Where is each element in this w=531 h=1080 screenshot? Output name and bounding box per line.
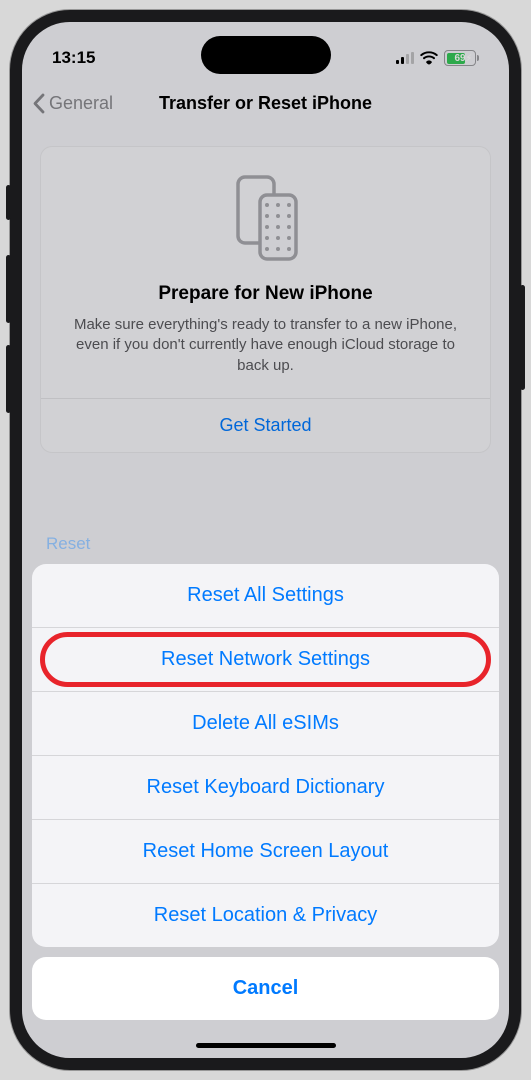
- nav-bar: General Transfer or Reset iPhone: [22, 80, 509, 126]
- get-started-button[interactable]: Get Started: [41, 399, 490, 452]
- chevron-left-icon: [32, 93, 45, 114]
- sheet-item-label: Delete All eSIMs: [192, 712, 339, 734]
- devices-icon: [63, 173, 468, 263]
- sheet-item-label: Reset Network Settings: [161, 648, 370, 670]
- sheet-item-label: Reset Keyboard Dictionary: [147, 776, 385, 798]
- reset-keyboard-dictionary-button[interactable]: Reset Keyboard Dictionary: [32, 756, 499, 820]
- charging-bolt-icon: ⚡︎: [466, 53, 472, 64]
- home-indicator[interactable]: [196, 1043, 336, 1048]
- reset-network-settings-button[interactable]: Reset Network Settings: [32, 628, 499, 692]
- reset-row: Reset: [46, 534, 90, 554]
- screen: 13:15 69 ⚡︎: [22, 22, 509, 1058]
- prepare-card: Prepare for New iPhone Make sure everyth…: [40, 146, 491, 453]
- reset-location-privacy-button[interactable]: Reset Location & Privacy: [32, 884, 499, 947]
- sheet-item-label: Reset Location & Privacy: [154, 904, 377, 926]
- silent-switch: [6, 185, 11, 220]
- prepare-description: Make sure everything's ready to transfer…: [63, 315, 468, 376]
- back-label: General: [49, 93, 113, 114]
- reset-all-settings-button[interactable]: Reset All Settings: [32, 564, 499, 628]
- back-button[interactable]: General: [32, 93, 113, 114]
- cancel-button[interactable]: Cancel: [32, 957, 499, 1020]
- sheet-item-label: Reset All Settings: [187, 584, 344, 606]
- power-button: [520, 285, 525, 390]
- volume-down-button: [6, 345, 11, 413]
- phone-frame: 13:15 69 ⚡︎: [10, 10, 521, 1070]
- battery-icon: 69 ⚡︎: [444, 50, 479, 66]
- wifi-icon: [420, 51, 438, 65]
- volume-up-button: [6, 255, 11, 323]
- cellular-signal-icon: [396, 52, 414, 64]
- content: Prepare for New iPhone Make sure everyth…: [22, 126, 509, 473]
- sheet-item-label: Reset Home Screen Layout: [143, 840, 389, 862]
- status-right: 69 ⚡︎: [396, 50, 479, 66]
- action-sheet: Reset All Settings Reset Network Setting…: [22, 564, 509, 1058]
- delete-all-esims-button[interactable]: Delete All eSIMs: [32, 692, 499, 756]
- status-time: 13:15: [52, 48, 95, 68]
- reset-home-screen-layout-button[interactable]: Reset Home Screen Layout: [32, 820, 499, 884]
- action-sheet-group: Reset All Settings Reset Network Setting…: [32, 564, 499, 947]
- prepare-title: Prepare for New iPhone: [63, 283, 468, 305]
- dynamic-island: [201, 36, 331, 74]
